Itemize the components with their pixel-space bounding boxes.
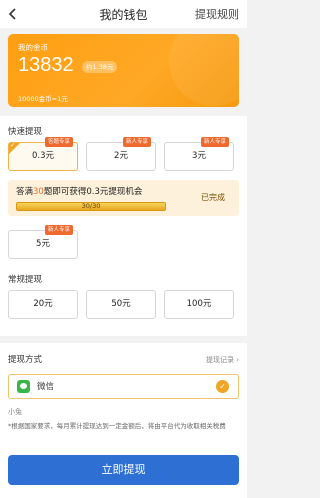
payout-title: 提现方式	[8, 355, 43, 365]
task-description: 答满30题即可获得0.3元提现机会	[16, 187, 143, 197]
wallet-card: 我的金币 13832 约1.38元 10000金币=1元	[8, 34, 239, 107]
quick-option-3[interactable]: 新人专享 3元	[164, 137, 234, 171]
task-status: 已完成	[201, 193, 225, 202]
option-value: 5元	[36, 239, 50, 249]
quick-option-2[interactable]: 新人专享 2元	[86, 137, 156, 171]
quiz-task-card: 答满30题即可获得0.3元提现机会 30/30 已完成	[8, 180, 239, 216]
withdraw-now-button[interactable]: 立即提现	[8, 455, 239, 485]
option-tag: 答题专享	[44, 137, 73, 147]
regular-option-50[interactable]: 50元	[86, 290, 156, 319]
task-target-count: 30	[33, 187, 44, 197]
option-tag: 新人专享	[44, 225, 73, 235]
option-value: 3元	[192, 151, 206, 161]
regular-withdraw-section: 常规提现 20元 50元 100元	[0, 264, 247, 336]
option-value: 2元	[114, 151, 128, 161]
account-name: 小兔	[8, 408, 22, 416]
progress-text: 30/30	[81, 202, 101, 210]
top-bar: 我的钱包 提现规则	[0, 0, 247, 28]
withdraw-records-link[interactable]: 提现记录 ›	[206, 355, 239, 365]
quick-option-0-3[interactable]: ✓ 答题专享 0.3元	[8, 137, 78, 171]
regular-option-20[interactable]: 20元	[8, 290, 78, 319]
coin-balance: 13832	[18, 54, 74, 76]
regular-option-100[interactable]: 100元	[164, 290, 234, 319]
selected-check-icon[interactable]: ✓	[216, 380, 229, 393]
quick-withdraw-section: 快速提现 ✓ 答题专享 0.3元 新人专享 2元 新人专享 3元 答满30题即可…	[0, 116, 247, 264]
tax-notice: *根据国家要求，每月累计提现达到一定金额后，将由平台代为收取相关税费	[8, 422, 226, 430]
withdraw-rules-link[interactable]: 提现规则	[195, 6, 239, 22]
cash-equivalent-badge: 约1.38元	[82, 61, 118, 73]
wallet-label: 我的金币	[18, 43, 48, 52]
wechat-icon	[17, 380, 30, 393]
quick-withdraw-title: 快速提现	[8, 127, 43, 137]
option-tag: 新人专享	[122, 137, 151, 147]
method-label: 微信	[37, 382, 55, 392]
check-icon: ✓	[10, 141, 16, 149]
option-value: 0.3元	[31, 151, 55, 161]
exchange-rate: 10000金币=1元	[18, 95, 68, 103]
option-tag: 新人专享	[200, 137, 229, 147]
quick-option-5[interactable]: 新人专享 5元	[8, 225, 78, 259]
task-progress-bar: 30/30	[16, 202, 166, 211]
wechat-method-row[interactable]: 微信 ✓	[8, 374, 239, 399]
wallet-decoration	[169, 34, 239, 106]
regular-withdraw-title: 常规提现	[8, 275, 43, 285]
